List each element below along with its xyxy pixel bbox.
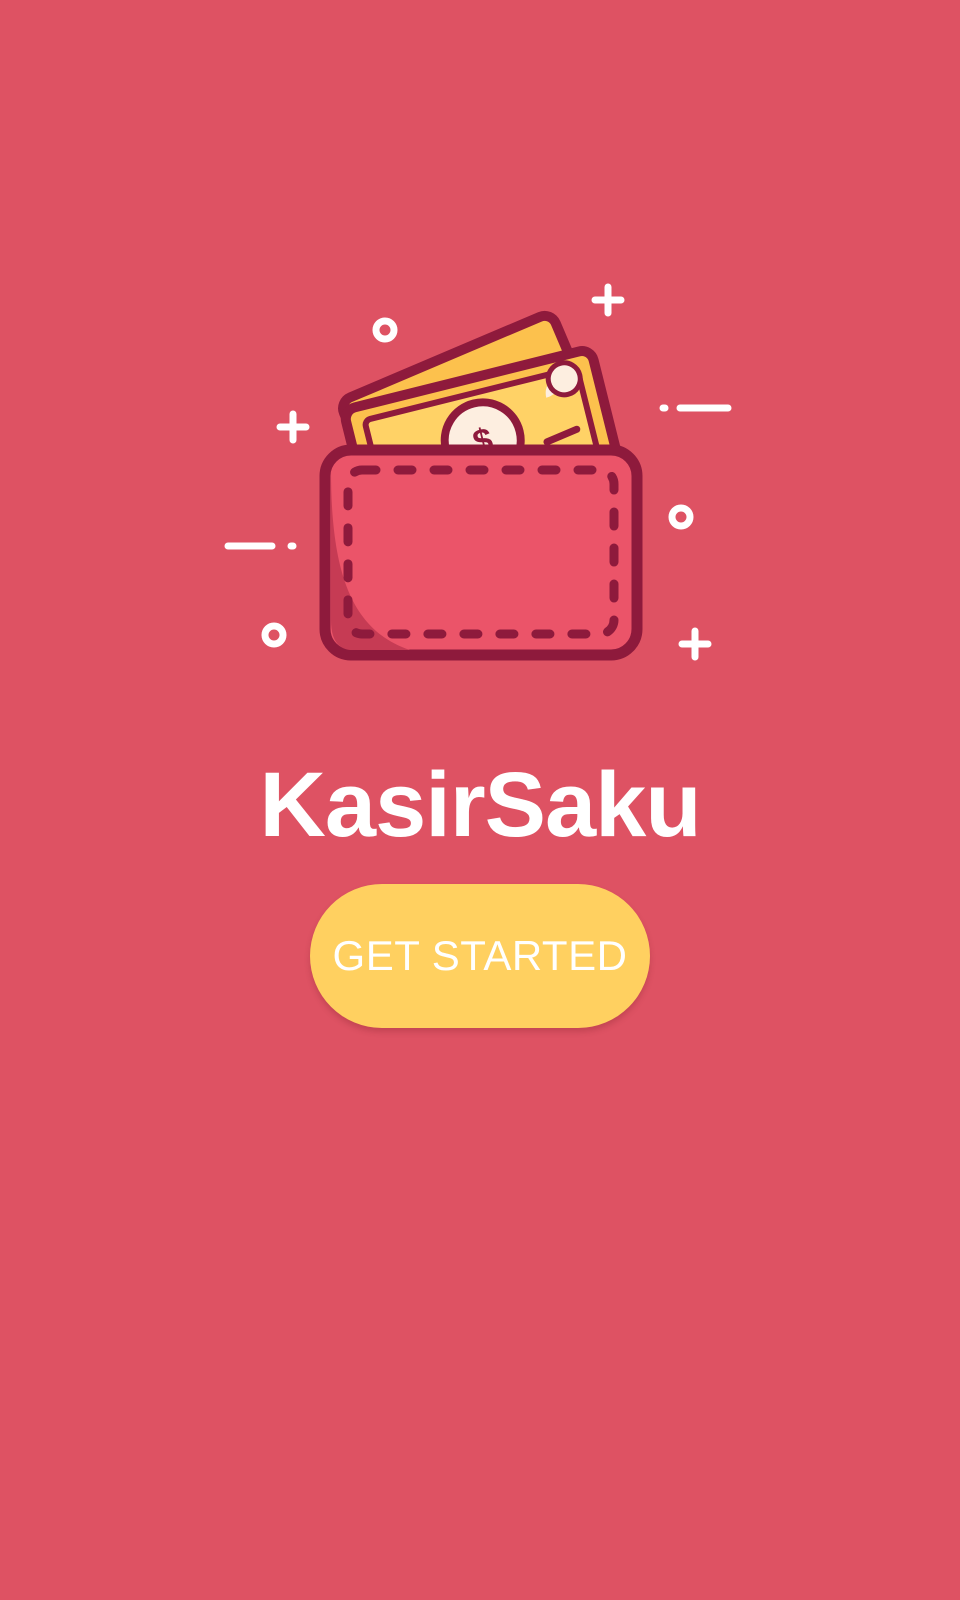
app-title: KasirSaku [259,754,701,856]
circle-icon [668,504,694,530]
wallet-body [319,444,643,661]
welcome-screen: $ KasirSaku GET STARTED [0,0,960,1600]
circle-icon [261,622,287,648]
wallet-with-cash-icon: $ [224,283,732,661]
circle-icon [372,317,398,343]
wallet-illustration: $ [200,270,760,690]
get-started-button[interactable]: GET STARTED [310,884,650,1028]
